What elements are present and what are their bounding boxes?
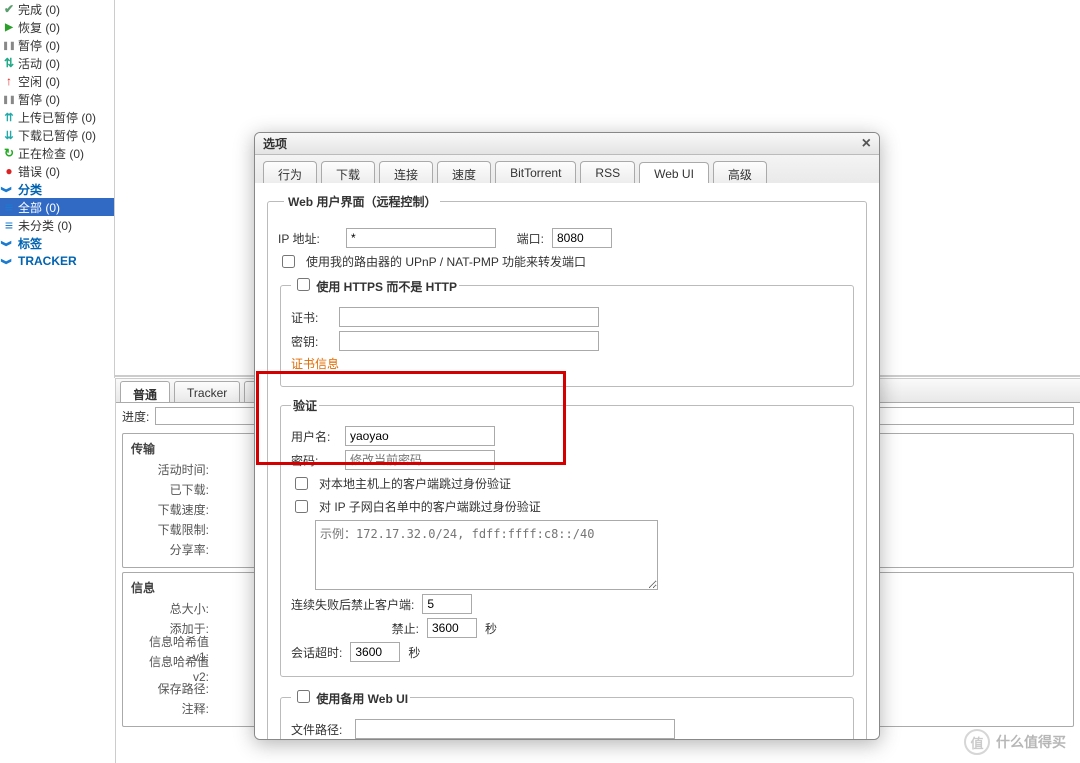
ban-count-input[interactable]	[422, 594, 472, 614]
alt-webui-fieldset: 使用备用 Web UI 文件路径:	[280, 687, 854, 739]
list-icon	[2, 218, 16, 232]
tracker-header[interactable]: ❱TRACKER	[0, 252, 114, 270]
filter-idle[interactable]: 空闲 (0)	[0, 72, 114, 90]
port-input[interactable]	[552, 228, 612, 248]
tab-general[interactable]: 普通	[120, 381, 170, 402]
pause-icon	[2, 92, 16, 106]
https-checkbox[interactable]	[297, 278, 310, 291]
ban-seconds-input[interactable]	[427, 618, 477, 638]
password-input[interactable]	[345, 450, 495, 470]
filter-active[interactable]: 活动 (0)	[0, 54, 114, 72]
play-icon	[2, 20, 16, 34]
updown-icon	[2, 56, 16, 70]
dialog-title: 选项	[263, 135, 287, 152]
upnp-checkbox[interactable]	[282, 255, 295, 268]
refresh-icon	[2, 146, 16, 160]
skip-local-checkbox[interactable]	[295, 477, 308, 490]
alt-webui-checkbox[interactable]	[297, 690, 310, 703]
chevron-down-icon: ❱	[1, 185, 12, 193]
close-icon[interactable]: ×	[862, 135, 871, 153]
filter-error[interactable]: 错误 (0)	[0, 162, 114, 180]
filter-resume[interactable]: 恢复 (0)	[0, 18, 114, 36]
ip-label: IP 地址:	[278, 230, 338, 247]
list-icon	[2, 200, 16, 214]
https-legend: 使用 HTTPS 而不是 HTTP	[291, 275, 459, 295]
check-icon	[2, 2, 16, 16]
filter-pause2[interactable]: 暂停 (0)	[0, 90, 114, 108]
filter-down-paused[interactable]: 下载已暂停 (0)	[0, 126, 114, 144]
webui-legend: Web 用户界面（远程控制）	[284, 193, 440, 210]
auth-legend: 验证	[291, 397, 319, 414]
https-fieldset: 使用 HTTPS 而不是 HTTP 证书: 密钥: 证书信息	[280, 275, 854, 387]
skip-subnet-checkbox[interactable]	[295, 500, 308, 513]
filter-done[interactable]: 完成 (0)	[0, 0, 114, 18]
up-paused-icon	[2, 110, 16, 124]
filter-pause[interactable]: 暂停 (0)	[0, 36, 114, 54]
pause-icon	[2, 38, 16, 52]
ip-input[interactable]	[346, 228, 496, 248]
emptyup-icon	[2, 74, 16, 88]
progress-label: 进度:	[122, 408, 149, 425]
filepath-input[interactable]	[355, 719, 675, 739]
tab-tracker[interactable]: Tracker	[174, 381, 240, 402]
category-uncategorized[interactable]: 未分类 (0)	[0, 216, 114, 234]
port-label: 端口:	[504, 230, 544, 247]
tags-header[interactable]: ❱标签	[0, 234, 114, 252]
session-timeout-input[interactable]	[350, 642, 400, 662]
cert-input[interactable]	[339, 307, 599, 327]
category-all[interactable]: 全部 (0)	[0, 198, 114, 216]
error-icon	[2, 164, 16, 178]
filter-checking[interactable]: 正在检查 (0)	[0, 144, 114, 162]
dialog-titlebar[interactable]: 选项 ×	[255, 133, 879, 155]
options-dialog: 选项 × 行为 下载 连接 速度 BitTorrent RSS Web UI 高…	[254, 132, 880, 740]
alt-legend: 使用备用 Web UI	[291, 687, 410, 707]
chevron-down-icon: ❱	[1, 239, 12, 247]
sidebar: 完成 (0) 恢复 (0) 暂停 (0) 活动 (0) 空闲 (0) 暂停 (0…	[0, 0, 115, 378]
dialog-body[interactable]: Web 用户界面（远程控制） IP 地址: 端口: 使用我的路由器的 UPnP …	[255, 183, 879, 739]
upnp-label: 使用我的路由器的 UPnP / NAT-PMP 功能来转发端口	[306, 253, 586, 270]
subnet-textarea[interactable]	[315, 520, 658, 590]
username-input[interactable]	[345, 426, 495, 446]
auth-fieldset: 验证 用户名: 密码: 对本地主机上的客户端跳过身份验证 对 IP 子网白名单中…	[280, 397, 854, 677]
down-paused-icon	[2, 128, 16, 142]
key-input[interactable]	[339, 331, 599, 351]
webui-fieldset: Web 用户界面（远程控制） IP 地址: 端口: 使用我的路由器的 UPnP …	[267, 193, 867, 739]
cert-info-link[interactable]: 证书信息	[291, 355, 339, 372]
category-header[interactable]: ❱分类	[0, 180, 114, 198]
chevron-down-icon: ❱	[1, 257, 12, 265]
filter-up-paused[interactable]: 上传已暂停 (0)	[0, 108, 114, 126]
